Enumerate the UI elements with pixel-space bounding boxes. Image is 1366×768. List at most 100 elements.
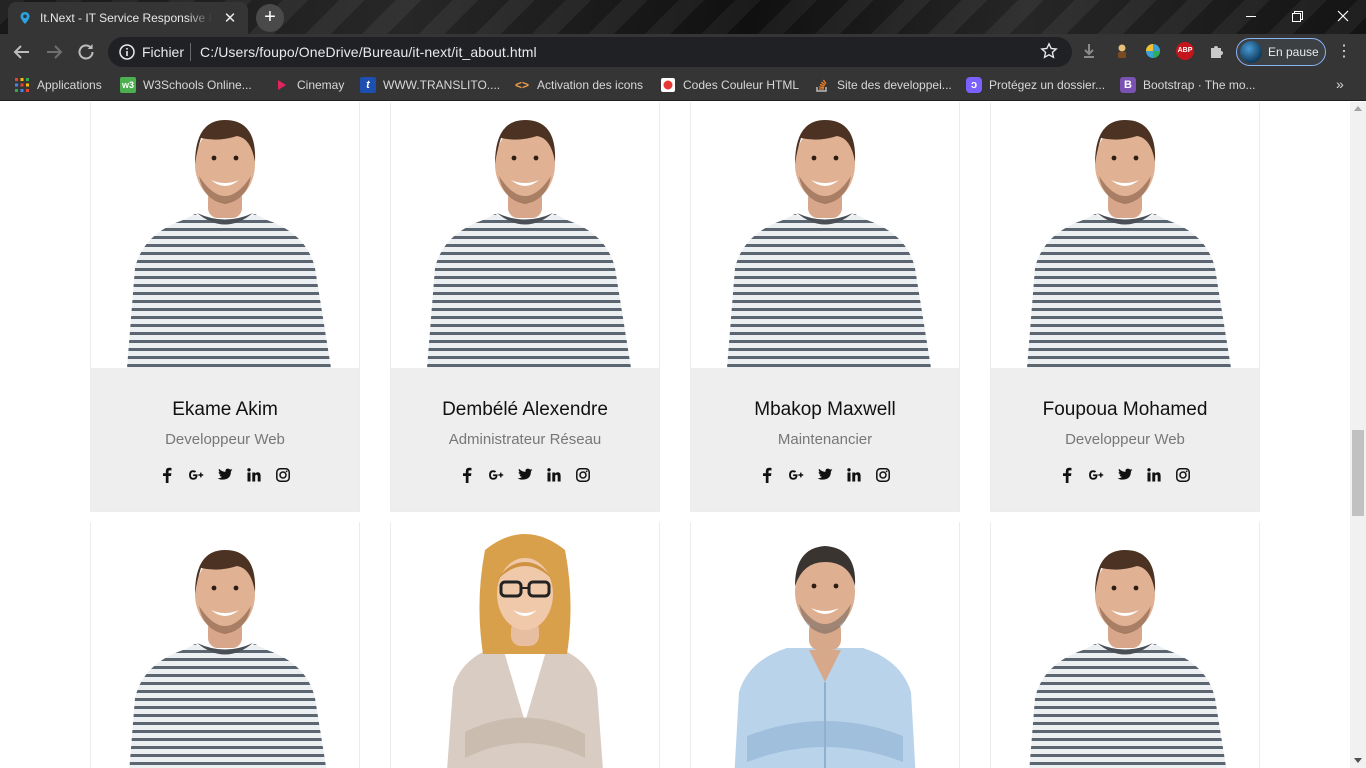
bookmark-label: Site des developpei... — [837, 78, 952, 92]
vertical-scrollbar[interactable] — [1350, 102, 1366, 768]
bookmark-protegez-dossier[interactable]: ɔ Protégez un dossier... — [966, 76, 1105, 94]
google-plus-icon[interactable] — [488, 467, 504, 483]
team-member-card — [390, 522, 660, 768]
instagram-icon[interactable] — [875, 467, 891, 483]
team-member-name: Foupoua Mohamed — [1042, 399, 1208, 420]
social-links — [691, 467, 959, 483]
bookmarks-bar: Applications w3 W3Schools Online... Cine… — [0, 70, 1366, 101]
instagram-icon[interactable] — [575, 467, 591, 483]
linkedin-icon[interactable] — [1146, 467, 1162, 483]
bookmark-label: Activation des icons — [537, 78, 644, 92]
bookmark-label: Cinemay — [297, 78, 345, 92]
adblock-plus-icon[interactable]: ABP — [1176, 42, 1194, 60]
team-member-photo — [391, 102, 659, 368]
linkedin-icon[interactable] — [846, 467, 862, 483]
translito-icon: t — [360, 77, 376, 93]
browser-toolbar: Fichier C:/Users/foupo/OneDrive/Bureau/i… — [0, 34, 1366, 70]
apps-grid-icon — [15, 78, 29, 92]
bookmark-label: W3Schools Online... — [143, 78, 252, 92]
restore-button[interactable] — [1274, 0, 1320, 30]
tab-close-icon[interactable]: ✕ — [222, 9, 238, 27]
team-member-info: Mbakop Maxwell Maintenancier — [691, 368, 959, 511]
team-member-card — [90, 522, 360, 768]
close-icon — [1337, 10, 1349, 22]
bookmark-cinemay[interactable]: Cinemay — [274, 76, 344, 94]
team-member-card: Mbakop Maxwell Maintenancier — [690, 102, 960, 512]
back-arrow-icon[interactable] — [10, 40, 34, 64]
team-member-photo — [691, 102, 959, 368]
address-bar[interactable]: Fichier C:/Users/foupo/OneDrive/Bureau/i… — [108, 37, 1072, 67]
bookmark-bootstrap[interactable]: B Bootstrap · The mo... — [1120, 76, 1256, 94]
chess-extension-icon[interactable] — [1113, 42, 1131, 60]
linkedin-icon[interactable] — [246, 467, 262, 483]
minimize-button[interactable] — [1228, 0, 1274, 30]
google-plus-icon[interactable] — [1088, 467, 1104, 483]
bookmark-activation-icons[interactable]: <> Activation des icons — [514, 76, 643, 94]
more-menu-icon[interactable]: ⋮ — [1336, 43, 1352, 61]
facebook-icon[interactable] — [1059, 467, 1075, 483]
team-member-photo — [391, 522, 659, 768]
avatar — [1240, 41, 1262, 63]
forward-arrow-icon[interactable] — [42, 40, 66, 64]
bookmark-applications[interactable]: Applications — [14, 76, 102, 94]
linkedin-icon[interactable] — [546, 467, 562, 483]
address-separator — [190, 43, 191, 61]
stackoverflow-icon — [816, 79, 827, 92]
lock-folder-icon: ɔ — [966, 77, 982, 93]
browser-tab-active[interactable]: It.Next - IT Service Responsive Html ✕ — [8, 2, 248, 34]
team-member-info: Dembélé Alexendre Administrateur Réseau — [391, 368, 659, 511]
new-tab-button[interactable]: + — [256, 4, 284, 32]
restore-icon — [1291, 10, 1303, 22]
social-links — [91, 467, 359, 483]
profile-status-label: En pause — [1268, 45, 1319, 59]
location-pin-icon — [20, 12, 30, 24]
team-member-card — [990, 522, 1260, 768]
facebook-icon[interactable] — [759, 467, 775, 483]
bookmark-translito[interactable]: t WWW.TRANSLITO.... — [360, 76, 500, 94]
bookmark-site-developpeurs[interactable]: Site des developpei... — [814, 76, 952, 94]
team-member-photo — [91, 102, 359, 368]
google-plus-icon[interactable] — [188, 467, 204, 483]
info-icon[interactable] — [119, 44, 135, 60]
team-member-name: Ekame Akim — [172, 399, 278, 420]
page-viewport: Ekame Akim Developpeur Web Dembélé Alexend… — [0, 102, 1350, 768]
facebook-icon[interactable] — [459, 467, 475, 483]
url-text[interactable]: C:/Users/foupo/OneDrive/Bureau/it-next/i… — [200, 44, 537, 60]
bookmark-w3schools[interactable]: w3 W3Schools Online... — [120, 76, 252, 94]
profile-button[interactable]: En pause — [1236, 38, 1326, 66]
scroll-down-arrow-icon[interactable] — [1354, 758, 1362, 763]
team-member-role: Administrateur Réseau — [448, 431, 602, 448]
instagram-icon[interactable] — [1175, 467, 1191, 483]
bookmarks-overflow-icon[interactable]: » — [1336, 76, 1344, 92]
download-extension-icon[interactable] — [1080, 42, 1098, 60]
social-links — [991, 467, 1259, 483]
google-plus-icon[interactable] — [788, 467, 804, 483]
twitter-icon[interactable] — [817, 467, 833, 483]
close-window-button[interactable] — [1320, 0, 1366, 30]
twitter-icon[interactable] — [517, 467, 533, 483]
scroll-thumb[interactable] — [1352, 430, 1364, 516]
browser-title-bar: It.Next - IT Service Responsive Html ✕ + — [0, 0, 1366, 34]
scroll-up-arrow-icon[interactable] — [1354, 106, 1362, 111]
team-member-role: Developpeur Web — [1065, 431, 1185, 448]
bookmark-codes-couleur[interactable]: Codes Couleur HTML — [660, 76, 799, 94]
reload-icon[interactable] — [74, 40, 98, 64]
colorful-globe-extension-icon[interactable] — [1144, 42, 1162, 60]
bookmark-label: Bootstrap · The mo... — [1143, 78, 1256, 92]
team-member-name: Dembélé Alexendre — [442, 399, 608, 420]
team-member-card — [690, 522, 960, 768]
minimize-icon — [1246, 16, 1256, 18]
puzzle-extensions-icon[interactable] — [1208, 42, 1226, 60]
facebook-icon[interactable] — [159, 467, 175, 483]
bookmark-star-icon[interactable] — [1040, 42, 1058, 60]
scheme-label: Fichier — [142, 44, 185, 60]
instagram-icon[interactable] — [275, 467, 291, 483]
twitter-icon[interactable] — [217, 467, 233, 483]
team-member-info: Foupoua Mohamed Developpeur Web — [991, 368, 1259, 511]
team-member-photo — [691, 522, 959, 768]
twitter-icon[interactable] — [1117, 467, 1133, 483]
code-brackets-icon: <> — [514, 78, 529, 92]
team-member-photo — [991, 102, 1259, 368]
adblock-plus-label: ABP — [1177, 47, 1193, 54]
team-member-role: Maintenancier — [777, 431, 873, 448]
